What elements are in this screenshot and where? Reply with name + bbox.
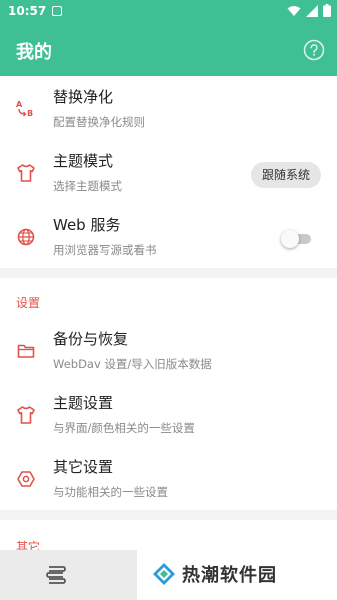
svg-text:A: A	[16, 100, 23, 109]
status-icons	[287, 4, 331, 17]
content: A B 替换净化 配置替换净化规则 主题模式 选择主题模式 跟随系统 Web 服…	[0, 76, 337, 550]
hexagon-settings-icon	[17, 471, 35, 487]
signal-icon	[306, 4, 318, 17]
wifi-icon	[287, 5, 301, 16]
other-card: 其它	[0, 520, 337, 550]
bottom-tab-bookshelf[interactable]	[0, 550, 137, 600]
svg-text:B: B	[27, 109, 33, 118]
status-time: 10:57	[8, 4, 47, 18]
list-item-other-settings[interactable]: 其它设置 与功能相关的一些设置	[0, 446, 337, 510]
list-item-web-service[interactable]: Web 服务 用浏览器写源或看书	[0, 204, 337, 268]
shirt-icon	[17, 406, 35, 424]
web-service-toggle[interactable]	[281, 230, 311, 248]
globe-icon	[17, 228, 35, 246]
settings-card: 设置 备份与恢复 WebDav 设置/导入旧版本数据 主题设置 与界面/颜色相关…	[0, 278, 337, 510]
list-item-subtitle: 选择主题模式	[53, 179, 122, 193]
list-item-subtitle: 配置替换净化规则	[53, 115, 145, 129]
watermark-text: 热潮软件园	[182, 565, 277, 586]
notification-icon	[52, 6, 62, 16]
list-item-theme-mode[interactable]: 主题模式 选择主题模式 跟随系统	[0, 140, 337, 204]
replace-icon: A B	[16, 100, 33, 118]
list-item-title: 主题设置	[53, 394, 114, 412]
list-item-theme-settings[interactable]: 主题设置 与界面/颜色相关的一些设置	[0, 382, 337, 446]
list-item-subtitle: WebDav 设置/导入旧版本数据	[53, 357, 212, 371]
section-header-other: 其它	[16, 540, 41, 550]
shirt-icon	[17, 164, 35, 182]
list-item-replace[interactable]: A B 替换净化 配置替换净化规则	[0, 76, 337, 140]
bottom-nav: 热潮软件园	[0, 550, 337, 600]
list-item-title: 备份与恢复	[53, 330, 129, 348]
list-item-title: Web 服务	[53, 216, 121, 234]
list-item-title: 其它设置	[53, 458, 114, 476]
list-item-subtitle: 用浏览器写源或看书	[53, 243, 157, 257]
list-item-subtitle: 与界面/颜色相关的一些设置	[53, 421, 195, 435]
status-bar: 10:57	[0, 0, 337, 24]
list-item-subtitle: 与功能相关的一些设置	[53, 485, 168, 499]
main-card: A B 替换净化 配置替换净化规则 主题模式 选择主题模式 跟随系统 Web 服…	[0, 76, 337, 268]
bookshelf-icon	[46, 566, 66, 584]
list-item-title: 替换净化	[53, 88, 114, 106]
help-icon[interactable]	[303, 39, 325, 61]
theme-mode-chip[interactable]: 跟随系统	[250, 162, 321, 188]
watermark-logo: 热潮软件园	[152, 561, 277, 587]
app-bar: 我的	[0, 24, 337, 76]
diamond-logo-icon	[153, 563, 175, 585]
toggle-thumb	[281, 230, 299, 248]
list-item-backup[interactable]: 备份与恢复 WebDav 设置/导入旧版本数据	[0, 318, 337, 382]
page-title: 我的	[16, 42, 52, 63]
battery-icon	[323, 4, 331, 17]
folder-icon	[17, 344, 35, 358]
section-header-settings: 设置	[16, 296, 41, 310]
list-item-title: 主题模式	[53, 152, 114, 170]
